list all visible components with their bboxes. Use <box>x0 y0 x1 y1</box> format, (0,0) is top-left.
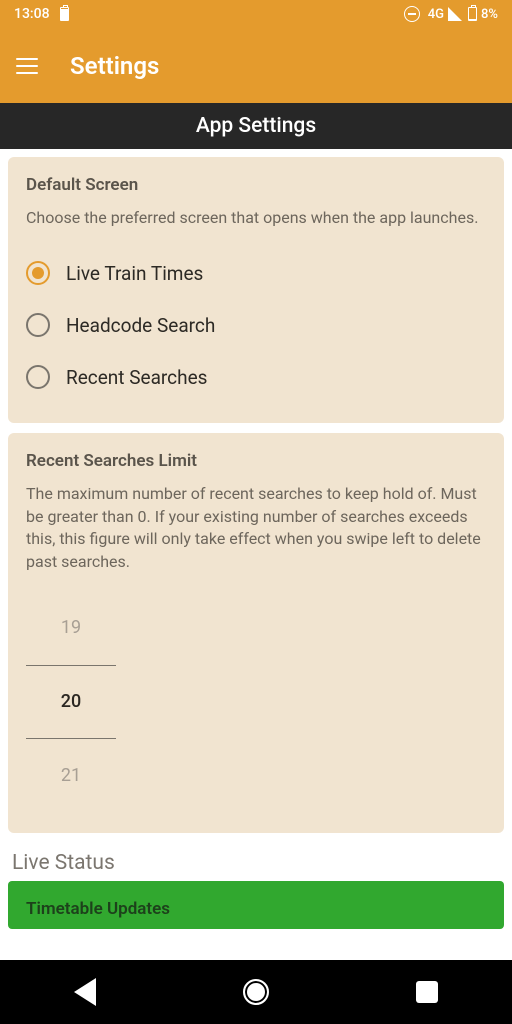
recent-limit-card: Recent Searches Limit The maximum number… <box>8 433 504 833</box>
recent-limit-desc: The maximum number of recent searches to… <box>26 483 486 573</box>
menu-icon[interactable] <box>16 58 38 74</box>
network-label: 4G <box>428 7 444 22</box>
status-left: 13:08 <box>14 6 69 22</box>
radio-label: Recent Searches <box>66 366 207 389</box>
default-screen-card: Default Screen Choose the preferred scre… <box>8 157 504 423</box>
radio-recent-searches[interactable]: Recent Searches <box>26 351 486 403</box>
radio-icon <box>26 313 50 337</box>
dnd-icon <box>404 6 420 22</box>
nav-recent-icon[interactable] <box>416 981 438 1003</box>
content-area: Default Screen Choose the preferred scre… <box>0 149 512 937</box>
live-status-label: Live Status <box>8 843 504 881</box>
nav-bar <box>0 960 512 1024</box>
radio-icon <box>26 365 50 389</box>
status-bar: 13:08 4G 8% <box>0 0 512 28</box>
radio-label: Live Train Times <box>66 262 203 285</box>
battery-icon <box>60 7 69 21</box>
radio-label: Headcode Search <box>66 314 215 337</box>
app-bar: Settings <box>0 28 512 103</box>
nav-back-icon[interactable] <box>74 978 96 1006</box>
app-title: Settings <box>70 52 159 80</box>
section-header: App Settings <box>0 103 512 149</box>
radio-headcode-search[interactable]: Headcode Search <box>26 299 486 351</box>
battery-pct: 8% <box>481 7 498 22</box>
signal-icon <box>448 7 462 21</box>
nav-home-icon[interactable] <box>243 979 269 1005</box>
number-picker[interactable]: 19 20 21 <box>26 591 116 813</box>
picker-value: 20 <box>26 665 116 739</box>
timetable-updates-card[interactable]: Timetable Updates <box>8 881 504 929</box>
status-time: 13:08 <box>14 6 50 22</box>
default-screen-desc: Choose the preferred screen that opens w… <box>26 207 486 229</box>
battery-small-icon <box>468 7 477 21</box>
picker-prev: 19 <box>26 591 116 665</box>
picker-next: 21 <box>26 739 116 813</box>
timetable-updates-title: Timetable Updates <box>26 899 486 919</box>
default-screen-title: Default Screen <box>26 175 486 195</box>
recent-limit-title: Recent Searches Limit <box>26 451 486 471</box>
status-right: 4G 8% <box>404 6 498 22</box>
radio-icon <box>26 261 50 285</box>
radio-live-train-times[interactable]: Live Train Times <box>26 247 486 299</box>
